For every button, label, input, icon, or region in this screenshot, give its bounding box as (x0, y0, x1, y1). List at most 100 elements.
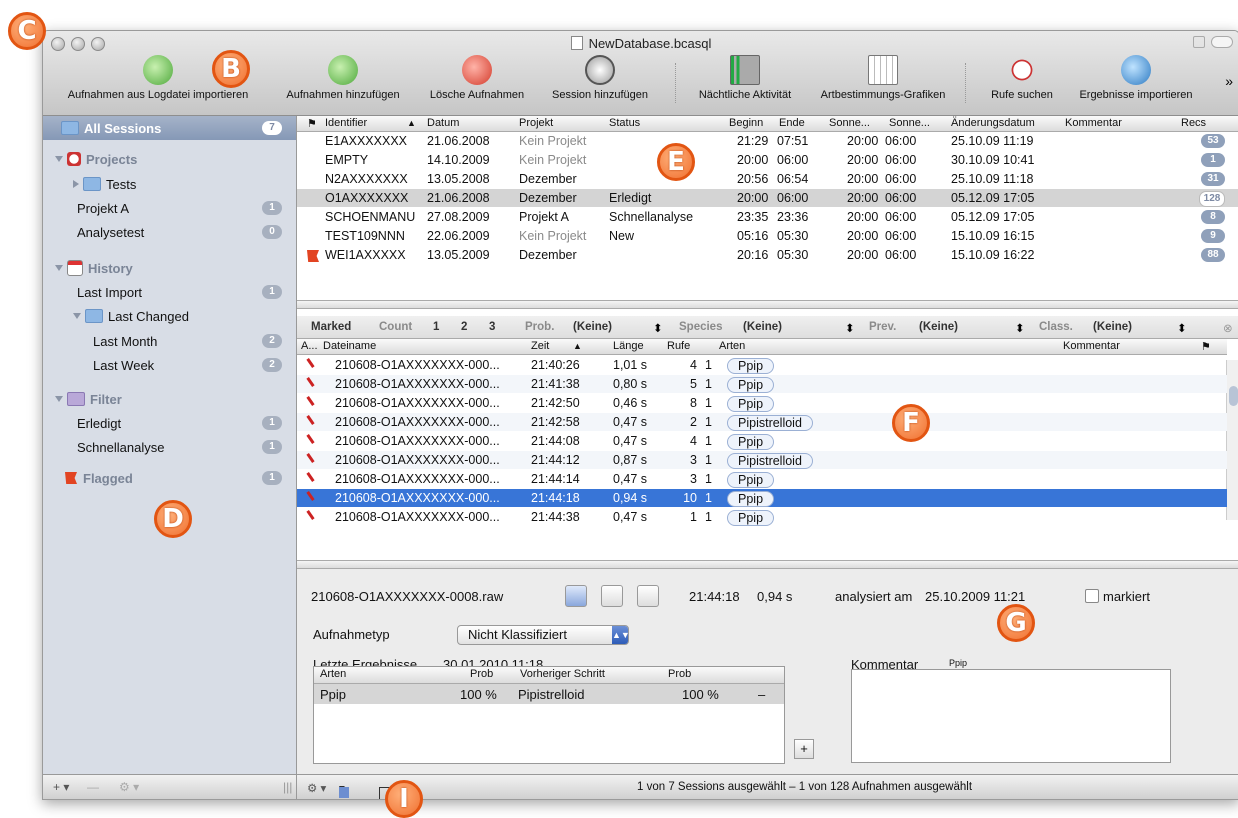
play-sound-button[interactable] (565, 585, 587, 607)
view-menu-button[interactable]: ▾ (339, 781, 349, 798)
column-sonnenaufgang[interactable]: Sonne... (889, 117, 930, 129)
disclosure-down-icon[interactable] (55, 396, 63, 402)
recording-row[interactable]: 210608-O1AXXXXXXX-000... 21:42:50 0,46 s 81… (297, 394, 1227, 412)
add-session-button[interactable]: Session hinzufügen (539, 53, 661, 113)
filter-species-select[interactable]: (Keine) (743, 321, 782, 333)
recording-row[interactable]: 210608-O1AXXXXXXX-000... 21:44:12 0,87 s 31… (297, 451, 1227, 469)
add-result-button[interactable]: + (794, 739, 814, 759)
recordings-scrollbar[interactable] (1226, 360, 1238, 520)
species-token[interactable]: Ppip (727, 472, 775, 488)
sidebar-action-gear-button[interactable]: ⚙ ▾ (119, 780, 139, 794)
sidebar-item-projekt-a[interactable]: Projekt A 1 (43, 196, 296, 220)
filter-marked[interactable]: Marked (311, 321, 351, 333)
recording-row[interactable]: 210608-O1AXXXXXXX-000... 21:44:14 0,47 s 31… (297, 470, 1227, 488)
session-row[interactable]: N2AXXXXXXX 13.05.2008 Dezember 20:56 06:54 20… (297, 170, 1238, 188)
marked-checkbox[interactable]: markiert (1085, 589, 1150, 604)
session-row[interactable]: EMPTY 14.10.2009 Kein Projekt 20:00 06:00 20:… (297, 151, 1238, 169)
recording-row[interactable]: 210608-O1AXXXXXXX-000... 21:44:18 0,94 s 10… (297, 489, 1227, 507)
sidebar-group-filter[interactable]: Filter (43, 387, 296, 411)
column-kommentar[interactable]: Kommentar (1065, 117, 1122, 129)
species-token[interactable]: Ppip (727, 491, 775, 507)
toolbar-toggle-button[interactable] (1211, 36, 1233, 48)
species-graphics-button[interactable]: Artbestimmungs-Grafiken (811, 53, 955, 113)
recording-row[interactable]: 210608-O1AXXXXXXX-000... 21:42:58 0,47 s 21… (297, 413, 1227, 431)
search-calls-button[interactable]: Rufe suchen (981, 53, 1063, 113)
sidebar-item-last-import[interactable]: Last Import 1 (43, 280, 296, 304)
column-flag[interactable]: ⚑ (307, 117, 317, 130)
scrollbar-thumb[interactable] (1229, 386, 1238, 406)
sidebar-group-history[interactable]: History (43, 256, 296, 280)
session-row[interactable]: E1AXXXXXXX 21.06.2008 Kein Projekt 21:29 07:… (297, 132, 1238, 150)
resize-grip-icon[interactable]: ||| (283, 780, 292, 794)
sidebar-item-erledigt[interactable]: Erledigt 1 (43, 411, 296, 435)
call-view-button[interactable] (637, 585, 659, 607)
column-zeit[interactable]: Zeit (531, 340, 549, 352)
flag-icon[interactable] (307, 250, 319, 262)
species-token[interactable]: Ppip (727, 358, 775, 374)
column-dateiname[interactable]: Dateiname (323, 340, 376, 352)
column-a[interactable]: A... (301, 340, 318, 352)
delete-recordings-button[interactable]: Lösche Aufnahmen (421, 53, 533, 113)
remove-result-button[interactable]: – (758, 687, 765, 702)
sidebar-item-last-changed[interactable]: Last Changed (43, 304, 296, 328)
recording-type-select[interactable]: Nicht Klassifiziert ▲▼ (457, 625, 630, 645)
column-laenge[interactable]: Länge (613, 340, 644, 352)
spectrogram-button[interactable] (601, 585, 623, 607)
session-row[interactable]: O1AXXXXXXX 21.06.2008 Dezember Erledigt 20:0… (297, 189, 1238, 207)
checkbox-icon[interactable] (1085, 589, 1099, 603)
gear-menu-button[interactable]: ⚙ ▾ (307, 781, 326, 795)
filter-class-select[interactable]: (Keine) (1093, 321, 1132, 333)
recording-row[interactable]: 210608-O1AXXXXXXX-000... 21:44:38 0,47 s 11… (297, 508, 1227, 526)
close-filter-icon[interactable]: ⊗ (1223, 321, 1233, 335)
toolbar-overflow-button[interactable]: » (1225, 73, 1233, 89)
filter-count-2[interactable]: 2 (461, 321, 467, 333)
column-kommentar[interactable]: Kommentar (1063, 340, 1120, 352)
sidebar-item-analysetest[interactable]: Analysetest 0 (43, 220, 296, 244)
filter-prob-select[interactable]: (Keine) (573, 321, 612, 333)
column-sonnenuntergang[interactable]: Sonne... (829, 117, 870, 129)
add-recordings-button[interactable]: Aufnahmen hinzufügen (273, 53, 413, 113)
sidebar-item-all-sessions[interactable]: All Sessions 7 (43, 116, 296, 140)
column-projekt[interactable]: Projekt (519, 117, 553, 129)
nightly-activity-button[interactable]: Nächtliche Aktivität (683, 53, 807, 113)
add-item-button[interactable]: + ▾ (53, 780, 69, 794)
disclosure-down-icon[interactable] (73, 313, 81, 319)
import-results-button[interactable]: Ergebnisse importieren (1067, 53, 1205, 113)
sidebar-item-last-week[interactable]: Last Week 2 (43, 353, 296, 377)
column-prob[interactable]: Prob (668, 668, 691, 680)
column-flag[interactable]: ⚑ (1201, 340, 1211, 353)
disclosure-down-icon[interactable] (55, 156, 63, 162)
column-rufe[interactable]: Rufe (667, 340, 690, 352)
species-token[interactable]: Ppip (727, 434, 775, 450)
column-beginn[interactable]: Beginn (729, 117, 763, 129)
pane-splitter[interactable] (297, 300, 1238, 309)
disclosure-right-icon[interactable] (73, 180, 79, 188)
sidebar-item-flagged[interactable]: Flagged 1 (43, 466, 296, 490)
column-identifier[interactable]: Identifier (325, 117, 367, 129)
column-datum[interactable]: Datum (427, 117, 459, 129)
species-token[interactable]: Pipistrelloid (727, 453, 813, 469)
sidebar-item-last-month[interactable]: Last Month 2 (43, 329, 296, 353)
session-row[interactable]: TEST109NNN 22.06.2009 Kein Projekt New 05:16… (297, 227, 1238, 245)
column-status[interactable]: Status (609, 117, 640, 129)
recording-row[interactable]: 210608-O1AXXXXXXX-000... 21:40:26 1,01 s 41… (297, 356, 1227, 374)
sidebar-group-projects[interactable]: Projects (43, 147, 296, 171)
recording-row[interactable]: 210608-O1AXXXXXXX-000... 21:41:38 0,80 s 51… (297, 375, 1227, 393)
filter-count-1[interactable]: 1 (433, 321, 439, 333)
results-row[interactable]: Ppip 100 % Pipistrelloid 100 % – (314, 684, 784, 704)
column-aenderungsdatum[interactable]: Änderungsdatum (951, 117, 1035, 129)
column-prob[interactable]: Prob (470, 668, 493, 680)
column-arten[interactable]: Arten (320, 668, 346, 680)
comment-textarea[interactable] (851, 669, 1171, 763)
disclosure-down-icon[interactable] (55, 265, 63, 271)
sidebar-item-schnellanalyse[interactable]: Schnellanalyse 1 (43, 435, 296, 459)
species-token[interactable]: Pipistrelloid (727, 415, 813, 431)
remove-item-button[interactable]: — (87, 780, 99, 794)
sidebar-item-tests[interactable]: Tests (43, 172, 296, 196)
species-token[interactable]: Ppip (727, 510, 775, 526)
session-row[interactable]: SCHOENMANU 27.08.2009 Projekt A Schnellanal… (297, 208, 1238, 226)
column-arten[interactable]: Arten (719, 340, 745, 352)
column-ende[interactable]: Ende (779, 117, 805, 129)
column-vorheriger-schritt[interactable]: Vorheriger Schritt (520, 668, 605, 680)
recording-row[interactable]: 210608-O1AXXXXXXX-000... 21:44:08 0,47 s 41… (297, 432, 1227, 450)
